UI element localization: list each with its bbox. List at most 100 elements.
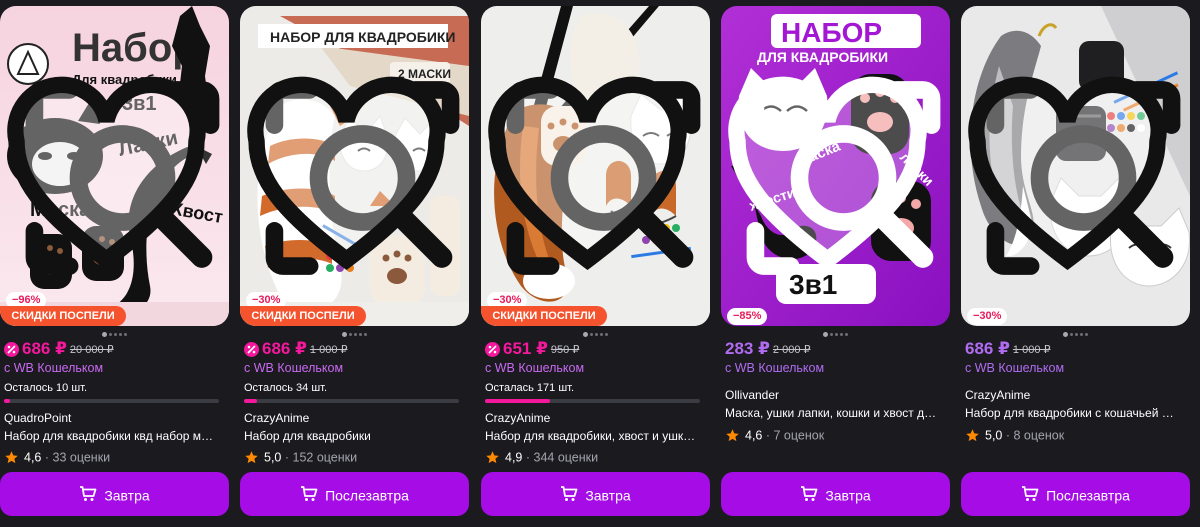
stock-bar-fill	[485, 399, 550, 403]
rating-value: 5,0	[985, 428, 1003, 443]
product-image[interactable]: −30% СКИДКИ ПОСПЕЛИ	[481, 6, 710, 326]
rating: 5,0 · 8 оценок	[965, 428, 1064, 446]
wb-wallet-badge-icon	[244, 341, 259, 357]
stock-bar-fill	[244, 399, 257, 403]
rating: 4,6 · 33 оценки	[4, 450, 110, 468]
price-row: 686 ₽1 000 ₽	[965, 339, 1051, 361]
product-name[interactable]: Маска, ушки лапки, кошки и хвост для ква…	[725, 406, 940, 420]
product-name[interactable]: Набор для квадробики, хвост и ушки для к…	[485, 429, 700, 443]
delivery-label: Завтра	[104, 487, 150, 504]
price-row: 283 ₽2 000 ₽	[725, 339, 811, 361]
wb-wallet-badge-icon	[485, 341, 500, 357]
rating-value: 4,6	[745, 428, 763, 443]
price: 686 ₽	[965, 339, 1010, 358]
delivery-label: Завтра	[585, 487, 631, 504]
price-row: 686 ₽1 000 ₽	[244, 339, 348, 361]
stock-bar	[485, 399, 700, 403]
promo-badge: СКИДКИ ПОСПЕЛИ	[240, 306, 366, 326]
product-image[interactable]: Набор Для квадробики 3в1 Лапки Маска Хво…	[0, 6, 229, 326]
reviews-count[interactable]: 33 оценки	[53, 451, 111, 465]
add-to-cart-button[interactable]: Завтра	[721, 472, 950, 516]
wallet-note: с WB Кошельком	[4, 361, 104, 375]
stock-bar	[4, 399, 219, 403]
promo-badge: СКИДКИ ПОСПЕЛИ	[481, 306, 607, 326]
product-name[interactable]: Набор для квадробики с кошачьей маской и…	[965, 406, 1180, 420]
reviews-count[interactable]: 7 оценок	[774, 429, 825, 443]
discount-badge: −30%	[967, 308, 1008, 325]
wallet-note: с WB Кошельком	[725, 361, 825, 375]
delivery-label: Послезавтра	[1046, 487, 1130, 504]
image-pagination	[721, 326, 950, 338]
add-to-cart-button[interactable]: Послезавтра	[961, 472, 1190, 516]
heart-icon[interactable]	[721, 18, 942, 326]
add-to-cart-button[interactable]: Завтра	[481, 472, 710, 516]
stock-bar	[244, 399, 459, 403]
reviews-count[interactable]: 344 оценки	[534, 451, 599, 465]
brand-name[interactable]: QuadroPoint	[4, 411, 71, 425]
image-pagination	[240, 326, 469, 338]
cart-icon	[561, 485, 578, 501]
wallet-note: с WB Кошельком	[244, 361, 344, 375]
rating-value: 4,9	[505, 450, 523, 465]
old-price: 20 000 ₽	[69, 343, 114, 356]
star-icon	[245, 451, 258, 464]
product-image[interactable]: НАБОР ДЛЯ КВАДРОБИКИ 2 МАСКИ −30% СКИДКИ…	[240, 6, 469, 326]
rating-value: 5,0	[264, 450, 282, 465]
wb-wallet-badge-icon	[4, 341, 19, 357]
brand-name[interactable]: CrazyAnime	[965, 388, 1030, 402]
heart-icon[interactable]	[961, 18, 1182, 326]
heart-icon[interactable]	[0, 18, 221, 326]
stock-left: Осталось 34 шт.	[244, 382, 328, 394]
image-pagination	[961, 326, 1190, 338]
brand-name[interactable]: CrazyAnime	[485, 411, 550, 425]
rating: 5,0 · 152 оценки	[244, 450, 357, 468]
rating-value: 4,6	[24, 450, 42, 465]
product-card[interactable]: Набор Для квадробики 3в1 Лапки Маска Хво…	[0, 6, 229, 521]
product-card[interactable]: НАБОР ДЛЯ КВАДРОБИКИ 2 МАСКИ −30% СКИДКИ…	[240, 6, 469, 521]
product-card[interactable]: НАБОР ДЛЯ КВАДРОБИКИ маска хвостик лапки…	[721, 6, 950, 521]
old-price: 2 000 ₽	[772, 343, 811, 356]
product-name[interactable]: Набор для квадробики квд набор маска лап…	[4, 429, 219, 443]
image-pagination	[481, 326, 710, 338]
star-icon	[5, 451, 18, 464]
stock-left: Осталось 10 шт.	[4, 382, 88, 394]
star-icon	[486, 451, 499, 464]
price: 686 ₽	[262, 339, 307, 358]
wallet-note: с WB Кошельком	[485, 361, 585, 375]
reviews-count[interactable]: 8 оценок	[1014, 429, 1065, 443]
brand-name[interactable]: CrazyAnime	[244, 411, 309, 425]
promo-badge: СКИДКИ ПОСПЕЛИ	[0, 306, 126, 326]
product-image[interactable]: −30%	[961, 6, 1190, 326]
product-name[interactable]: Набор для квадробики	[244, 429, 459, 443]
price: 651 ₽	[503, 339, 548, 358]
cart-icon	[801, 485, 818, 501]
product-card[interactable]: −30% СКИДКИ ПОСПЕЛИ 651 ₽950 ₽ с WB Коше…	[481, 6, 710, 521]
product-card[interactable]: −30% 686 ₽1 000 ₽ с WB Кошельком CrazyAn…	[961, 6, 1190, 521]
reviews-count[interactable]: 152 оценки	[293, 451, 358, 465]
discount-badge: −85%	[727, 308, 768, 325]
cart-icon	[1022, 485, 1039, 501]
wallet-note: с WB Кошельком	[965, 361, 1065, 375]
heart-icon[interactable]	[240, 18, 461, 326]
rating: 4,6 · 7 оценок	[725, 428, 824, 446]
rating: 4,9 · 344 оценки	[485, 450, 598, 468]
product-grid: Набор Для квадробики 3в1 Лапки Маска Хво…	[0, 0, 1200, 527]
cart-icon	[80, 485, 97, 501]
price: 283 ₽	[725, 339, 770, 358]
delivery-label: Завтра	[825, 487, 871, 504]
image-pagination	[0, 326, 229, 338]
cart-icon	[301, 485, 318, 501]
add-to-cart-button[interactable]: Послезавтра	[240, 472, 469, 516]
add-to-cart-button[interactable]: Завтра	[0, 472, 229, 516]
price-row: 686 ₽20 000 ₽	[4, 339, 114, 361]
star-icon	[966, 429, 979, 442]
product-image[interactable]: НАБОР ДЛЯ КВАДРОБИКИ маска хвостик лапки…	[721, 6, 950, 326]
stock-left: Осталась 171 шт.	[485, 382, 575, 394]
heart-icon[interactable]	[481, 18, 702, 326]
star-icon	[726, 429, 739, 442]
delivery-label: Послезавтра	[325, 487, 409, 504]
brand-name[interactable]: Ollivander	[725, 388, 779, 402]
old-price: 1 000 ₽	[1012, 343, 1051, 356]
price: 686 ₽	[22, 339, 67, 358]
old-price: 1 000 ₽	[309, 343, 348, 356]
